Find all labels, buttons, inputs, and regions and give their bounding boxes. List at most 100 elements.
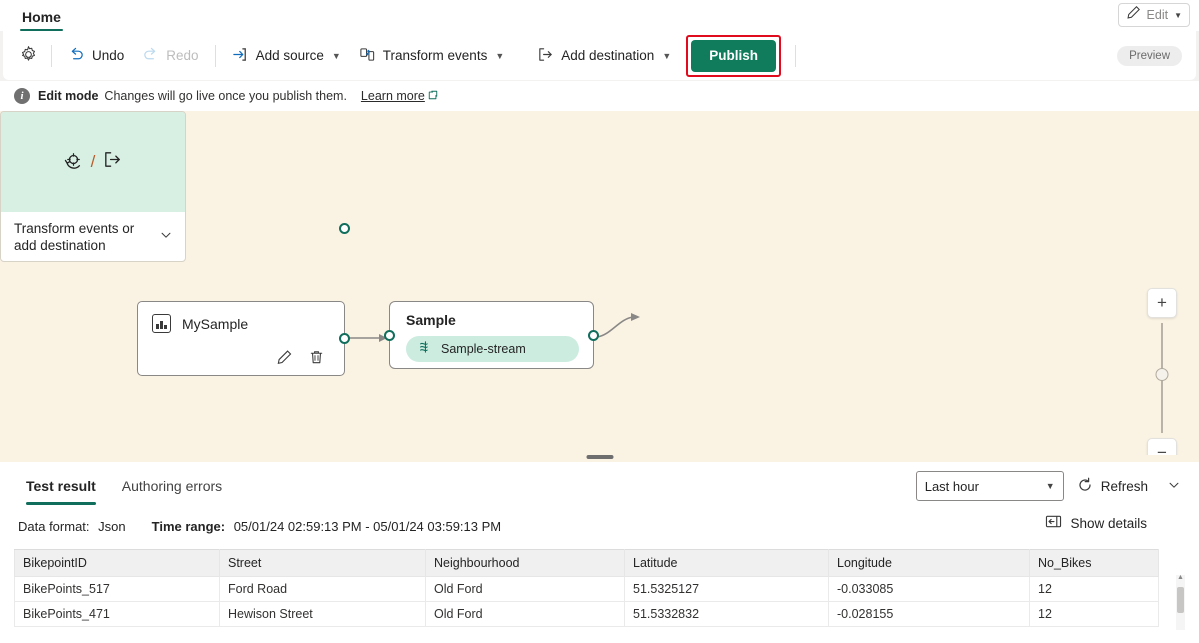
cell-street: Hewison Street bbox=[219, 601, 426, 627]
refresh-button[interactable]: Refresh bbox=[1072, 471, 1185, 501]
toolbar-divider-4 bbox=[795, 44, 797, 67]
refresh-label: Refresh bbox=[1100, 478, 1148, 494]
cell-longitude: -0.028155 bbox=[828, 601, 1030, 627]
learn-more-label: Learn more bbox=[360, 89, 425, 103]
command-bar-wrapper: Undo Redo Add source ▼ Transform events … bbox=[0, 31, 1199, 80]
scroll-up-arrow[interactable]: ▲ bbox=[1176, 574, 1185, 581]
zoom-slider[interactable] bbox=[1147, 318, 1177, 438]
pipeline-canvas[interactable]: MySample Sample Sample-stream / Transfor… bbox=[0, 111, 1199, 455]
infobar-title: Edit mode bbox=[38, 89, 99, 103]
data-format-label: Data format: bbox=[18, 518, 90, 534]
output-connector-mysample[interactable] bbox=[339, 223, 350, 234]
cell-latitude: 51.5332832 bbox=[624, 601, 829, 627]
export-icon bbox=[102, 149, 123, 175]
chevron-down-icon: ▼ bbox=[331, 50, 341, 61]
column-header-latitude[interactable]: Latitude bbox=[624, 549, 829, 577]
column-header-longitude[interactable]: Longitude bbox=[828, 549, 1030, 577]
edit-mode-button[interactable]: Edit ▼ bbox=[1117, 3, 1190, 27]
trash-icon[interactable] bbox=[308, 349, 326, 367]
chevron-down-icon: ▼ bbox=[495, 50, 505, 61]
tab-strip: Home Edit ▼ bbox=[0, 0, 1199, 31]
results-panel: Test result Authoring errors Last hour ▼… bbox=[0, 462, 1199, 643]
connector-out-2[interactable] bbox=[588, 330, 599, 341]
column-header-no-bikes[interactable]: No_Bikes bbox=[1029, 549, 1159, 577]
node-mysample[interactable]: MySample bbox=[137, 223, 350, 376]
column-header-street[interactable]: Street bbox=[219, 549, 426, 577]
refresh-icon bbox=[1076, 476, 1094, 497]
splitter-handle[interactable] bbox=[586, 455, 613, 459]
column-header-bikepointid[interactable]: BikepointID bbox=[14, 549, 220, 577]
cell-neighbourhood: Old Ford bbox=[425, 576, 625, 602]
add-destination-button[interactable]: Add destination ▼ bbox=[528, 40, 680, 72]
edit-mode-infobar: i Edit mode Changes will go live once yo… bbox=[0, 80, 1199, 111]
sample-stream-label: Sample-stream bbox=[441, 342, 526, 356]
icon-separator: / bbox=[90, 152, 96, 171]
zoom-out-button[interactable]: − bbox=[1147, 438, 1177, 455]
cell-no-bikes: 12 bbox=[1029, 576, 1159, 602]
bar-chart-icon bbox=[152, 314, 171, 333]
cell-longitude: -0.033085 bbox=[828, 576, 1030, 602]
add-destination-icon bbox=[537, 46, 554, 66]
time-range-group: Time range: 05/01/24 02:59:13 PM - 05/01… bbox=[152, 519, 502, 534]
toolbar-divider bbox=[51, 44, 52, 67]
zoom-in-button[interactable]: + bbox=[1147, 288, 1177, 318]
add-source-label: Add source bbox=[255, 48, 324, 63]
transform-node-footer[interactable]: Transform events or add destination bbox=[1, 212, 185, 261]
transform-events-icon bbox=[359, 46, 376, 66]
command-bar: Undo Redo Add source ▼ Transform events … bbox=[3, 31, 1196, 80]
toolbar-divider-3 bbox=[520, 45, 521, 67]
time-range-value: 05/01/24 02:59:13 PM - 05/01/24 03:59:13… bbox=[233, 518, 502, 534]
learn-more-link[interactable]: Learn more bbox=[361, 89, 438, 103]
zoom-slider-thumb[interactable] bbox=[1155, 368, 1169, 381]
table-header-row: BikepointID Street Neighbourhood Latitud… bbox=[14, 549, 1159, 577]
add-source-button[interactable]: Add source ▼ bbox=[223, 40, 350, 72]
edit-label: Edit bbox=[1146, 8, 1169, 22]
show-details-button[interactable]: Show details bbox=[1045, 514, 1147, 532]
redo-icon bbox=[142, 46, 159, 66]
time-range-select[interactable]: Last hour bbox=[915, 471, 1064, 501]
transform-node-label: Transform events or add destination bbox=[14, 220, 134, 254]
node-sample[interactable]: Sample Sample-stream bbox=[389, 301, 594, 369]
undo-button[interactable]: Undo bbox=[59, 40, 133, 72]
cell-bikepointid: BikePoints_471 bbox=[14, 601, 220, 627]
cell-street: Ford Road bbox=[219, 576, 426, 602]
chevron-down-icon: ▼ bbox=[1174, 10, 1182, 20]
panel-splitter[interactable] bbox=[0, 455, 1199, 462]
gear-icon bbox=[19, 45, 38, 67]
pencil-icon bbox=[1126, 5, 1141, 25]
mysample-title: MySample bbox=[182, 315, 249, 332]
chevron-down-icon[interactable] bbox=[1167, 478, 1181, 495]
table-vertical-scrollbar[interactable]: ▲ bbox=[1176, 574, 1185, 630]
connector-out-1[interactable] bbox=[339, 333, 350, 344]
column-header-neighbourhood[interactable]: Neighbourhood bbox=[425, 549, 625, 577]
publish-button[interactable]: Publish bbox=[691, 39, 777, 72]
cell-no-bikes: 12 bbox=[1029, 601, 1159, 627]
table-head: BikepointID Street Neighbourhood Latitud… bbox=[14, 549, 1159, 577]
transform-label-line1: Transform events or bbox=[14, 221, 135, 236]
tab-test-result[interactable]: Test result bbox=[26, 462, 96, 511]
mysample-header: MySample bbox=[138, 302, 344, 333]
panel-icon bbox=[1045, 514, 1062, 532]
redo-label: Redo bbox=[166, 48, 199, 63]
infobar-message: Changes will go live once you publish th… bbox=[104, 89, 347, 103]
data-format-group: Data format: Json bbox=[18, 519, 126, 534]
redo-button: Redo bbox=[133, 40, 207, 72]
preview-badge: Preview bbox=[1117, 45, 1182, 66]
sample-title: Sample bbox=[406, 312, 456, 328]
tab-home[interactable]: Home bbox=[12, 9, 71, 31]
table-row[interactable]: BikePoints_517 Ford Road Old Ford 51.532… bbox=[14, 576, 1159, 602]
undo-icon bbox=[68, 46, 85, 66]
chevron-down-icon: ▼ bbox=[662, 50, 672, 61]
transform-icon bbox=[63, 149, 84, 175]
chevron-down-icon[interactable] bbox=[159, 228, 173, 247]
scrollbar-thumb[interactable] bbox=[1177, 587, 1184, 613]
settings-button[interactable] bbox=[13, 40, 44, 72]
connector-in-2[interactable] bbox=[384, 330, 395, 341]
node-transform-or-destination[interactable]: / Transform events or add destination bbox=[0, 111, 186, 262]
sample-stream-pill[interactable]: Sample-stream bbox=[406, 336, 579, 362]
pencil-icon[interactable] bbox=[276, 349, 294, 367]
cell-latitude: 51.5325127 bbox=[624, 576, 829, 602]
table-row[interactable]: BikePoints_471 Hewison Street Old Ford 5… bbox=[14, 601, 1159, 627]
transform-events-button[interactable]: Transform events ▼ bbox=[350, 40, 513, 72]
tab-authoring-errors[interactable]: Authoring errors bbox=[122, 462, 222, 511]
